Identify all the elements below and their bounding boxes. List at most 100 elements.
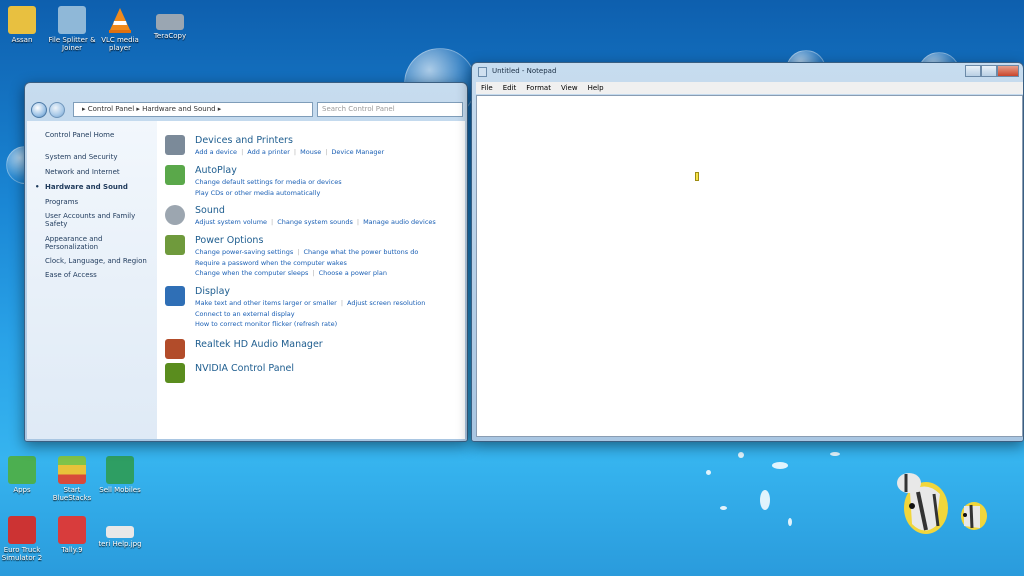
category-title[interactable]: Devices and Printers [195,135,293,146]
monitor-icon [165,286,185,306]
notepad-titlebar[interactable]: Untitled - Notepad [472,63,1023,81]
maximize-button[interactable] [981,65,997,77]
window-controls [965,65,1019,78]
desktop-icon-assan[interactable]: Assan [0,6,48,44]
speaker-icon [165,205,185,225]
category-title[interactable]: Sound [195,205,225,216]
water-splash [830,452,840,456]
link[interactable]: Play CDs or other media automatically [195,189,320,197]
category-links: Make text and other items larger or smal… [195,299,426,328]
link[interactable]: Add a device [195,148,237,156]
category-links: Change default settings for media or dev… [195,177,342,198]
category-title[interactable]: Realtek HD Audio Manager [195,339,323,350]
link[interactable]: Connect to an external display [195,310,295,318]
close-button[interactable] [997,65,1019,77]
category-links: Change power-saving settings | Change what… [195,248,419,277]
nvidia-icon [165,363,185,383]
control-panel-content: Devices and Printers Add a device | Add a … [157,121,465,439]
category-title[interactable]: AutoPlay [195,165,237,176]
power-icon [165,235,185,255]
link[interactable]: Manage audio devices [363,218,436,226]
desktop-icon-vlc[interactable]: VLC media player [94,6,146,52]
control-panel-window[interactable]: ▸ Control Panel ▸ Hardware and Sound ▸ S… [24,82,468,442]
desktop-icon-file-splitter[interactable]: File Splitter & Joiner [46,6,98,52]
text-editor[interactable] [476,95,1023,437]
truck-icon [8,516,36,544]
desktop-icon-bluestacks[interactable]: Start BlueStacks [46,456,98,502]
desktop-icon-teracopy[interactable]: TeraCopy [144,6,196,40]
realtek-audio-icon [165,339,185,359]
sidebar-item-ease-of-access[interactable]: Ease of Access [27,271,97,279]
link[interactable]: Change power-saving settings [195,248,293,256]
vlc-cone-icon [109,8,131,33]
sidebar-item-user-accounts[interactable]: User Accounts and Family Safety [27,212,139,228]
link[interactable]: Choose a power plan [319,269,387,277]
image-file-icon [106,526,134,538]
sidebar-item-hardware-sound[interactable]: Hardware and Sound [27,183,128,191]
link[interactable]: Change what the power buttons do [303,248,418,256]
printer-icon [165,135,185,155]
category-title[interactable]: NVIDIA Control Panel [195,363,294,374]
desktop-icon-apps[interactable]: Apps [0,456,48,494]
link[interactable]: Make text and other items larger or smal… [195,299,337,307]
control-panel-sidebar: Control Panel Home System and Security N… [27,121,157,439]
link[interactable]: Adjust screen resolution [347,299,425,307]
sidebar-item-clock-language[interactable]: Clock, Language, and Region [27,257,147,265]
link[interactable]: Change when the computer sleeps [195,269,308,277]
address-input[interactable]: ▸ Control Panel ▸ Hardware and Sound ▸ [73,102,313,117]
water-splash [706,470,711,475]
water-splash [720,506,727,510]
link[interactable]: Change default settings for media or dev… [195,178,342,186]
desktop-icon-tally[interactable]: Tally.9 [46,516,98,554]
category-links: Adjust system volume | Change system sound… [195,218,436,226]
fish-icon [961,502,987,530]
folder-icon [8,6,36,34]
sidebar-item-programs[interactable]: Programs [27,198,78,206]
desktop-icon-sell-mobiles[interactable]: Sell Mobiles [94,456,146,494]
control-panel-address-bar: ▸ Control Panel ▸ Hardware and Sound ▸ S… [29,101,463,119]
fish-icon [897,473,921,493]
link[interactable]: Change system sounds [277,218,353,226]
water-splash [788,518,792,526]
text-cursor-icon [695,172,699,181]
forward-button[interactable] [49,102,65,118]
link[interactable]: Add a printer [247,148,290,156]
sidebar-item-system-security[interactable]: System and Security [27,153,117,161]
water-splash [772,462,788,469]
notepad-window[interactable]: Untitled - Notepad File Edit Format View… [471,62,1024,442]
apps-icon [8,456,36,484]
notepad-app-icon [478,67,487,77]
menu-format[interactable]: Format [521,82,556,94]
back-button[interactable] [31,102,47,118]
water-splash [760,490,770,510]
drive-icon [156,14,184,30]
water-splash [738,452,744,458]
menu-view[interactable]: View [556,82,583,94]
search-input[interactable]: Search Control Panel [317,102,463,117]
category-links: Add a device | Add a printer | Mouse | Device … [195,148,385,156]
category-title[interactable]: Power Options [195,235,263,246]
sidebar-item-network-internet[interactable]: Network and Internet [27,168,120,176]
control-panel-titlebar[interactable] [25,83,467,99]
menu-edit[interactable]: Edit [498,82,522,94]
link[interactable]: Adjust system volume [195,218,267,226]
category-title[interactable]: Display [195,286,230,297]
autoplay-icon [165,165,185,185]
sim-card-icon [106,456,134,484]
link[interactable]: Require a password when the computer wak… [195,259,347,267]
window-title: Untitled - Notepad [492,67,557,75]
link[interactable]: Mouse [300,148,321,156]
sidebar-item-control-panel-home[interactable]: Control Panel Home [27,131,114,139]
desktop-icon-euro-truck[interactable]: Euro Truck Simulator 2 [0,516,48,562]
link[interactable]: Device Manager [331,148,384,156]
desktop-icon-teri-help[interactable]: teri Help.jpg [94,516,146,548]
link[interactable]: How to correct monitor flicker (refresh … [195,320,337,328]
minimize-button[interactable] [965,65,981,77]
menu-file[interactable]: File [476,82,498,94]
menu-help[interactable]: Help [583,82,609,94]
bluestacks-icon [58,456,86,484]
menu-bar: File Edit Format View Help [476,82,1023,94]
file-splitter-icon [58,6,86,34]
tally-icon [58,516,86,544]
sidebar-item-appearance[interactable]: Appearance and Personalization [27,235,127,251]
